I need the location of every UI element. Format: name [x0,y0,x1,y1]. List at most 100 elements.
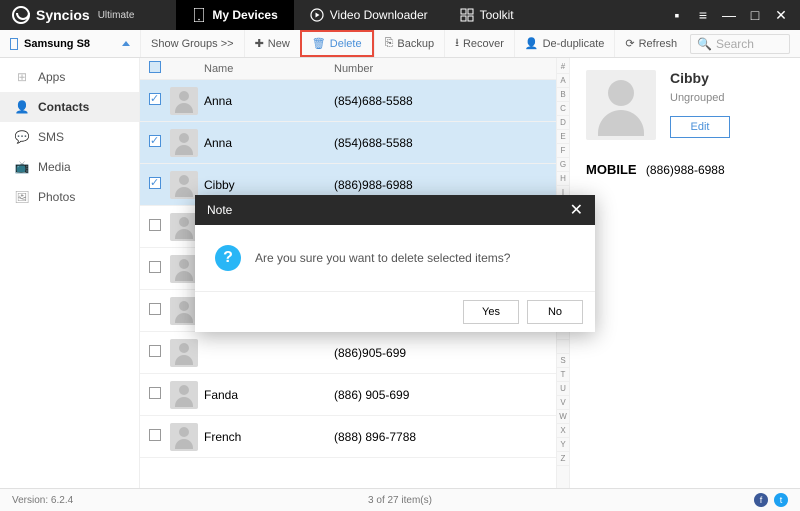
app-edition: Ultimate [98,10,135,21]
column-name[interactable]: Name [200,63,330,75]
row-checkbox[interactable] [149,303,161,315]
alpha-letter[interactable]: F [557,144,569,158]
row-checkbox[interactable] [149,429,161,441]
yes-button[interactable]: Yes [463,300,519,324]
row-checkbox[interactable] [149,261,161,273]
refresh-icon: ⟳ [625,37,634,50]
contact-row[interactable]: Anna(854)688-5588 [140,122,556,164]
contact-number: (886) 905-699 [330,388,556,402]
no-button[interactable]: No [527,300,583,324]
new-button[interactable]: ✚ New [244,30,300,57]
row-checkbox[interactable] [149,219,161,231]
device-toolbar: Samsung S8 Show Groups >> ✚ New 🗑Delete ⎘… [0,30,800,58]
version-label: Version: 6.2.4 [12,495,73,506]
plus-icon: ✚ [255,37,264,50]
alpha-letter[interactable]: # [557,60,569,74]
alpha-letter[interactable]: Y [557,438,569,452]
detail-phone-line: MOBILE (886)988-6988 [586,162,784,177]
chat-icon[interactable]: ▪ [670,8,684,22]
select-all-checkbox[interactable] [140,61,170,76]
tab-toolkit[interactable]: Toolkit [444,0,530,30]
tab-my-devices[interactable]: My Devices [176,0,293,30]
sidebar-item-apps[interactable]: ⊞Apps [0,62,139,92]
contact-number: (886)988-6988 [330,178,556,192]
alpha-letter[interactable]: T [557,368,569,382]
avatar-icon [170,87,198,115]
alpha-letter[interactable]: X [557,424,569,438]
label: Backup [397,38,434,50]
question-icon: ? [215,245,241,271]
media-icon: 📺 [14,159,30,175]
alpha-letter[interactable]: B [557,88,569,102]
minimize-button[interactable]: — [722,8,736,22]
row-checkbox[interactable] [149,93,161,105]
modal-header: Note ✕ [195,195,595,225]
edit-button[interactable]: Edit [670,116,730,138]
avatar-icon [170,255,198,283]
alpha-letter[interactable]: V [557,396,569,410]
sidebar-item-sms[interactable]: 💬SMS [0,122,139,152]
contact-name: Cibby [200,178,330,192]
chevron-up-icon [122,41,130,46]
twitter-icon[interactable]: t [774,493,788,507]
alpha-letter[interactable]: E [557,130,569,144]
tab-video-downloader[interactable]: Video Downloader [294,0,444,30]
device-icon [10,38,18,50]
row-checkbox[interactable] [149,345,161,357]
maximize-button[interactable]: □ [748,8,762,22]
backup-button[interactable]: ⎘Backup [374,30,445,57]
label: De-duplicate [543,38,605,50]
alpha-letter[interactable]: C [557,102,569,116]
deduplicate-button[interactable]: 👤 De-duplicate [514,30,614,57]
alpha-letter[interactable]: D [557,116,569,130]
row-checkbox[interactable] [149,177,161,189]
row-checkbox[interactable] [149,387,161,399]
alpha-letter[interactable]: S [557,354,569,368]
sidebar-item-contacts[interactable]: 👤Contacts [0,92,139,122]
dedup-icon: 👤 [525,37,539,50]
contacts-icon: 👤 [14,99,30,115]
contact-row[interactable]: French(888) 896-7788 [140,416,556,458]
phone-icon [192,8,206,22]
alpha-letter[interactable]: G [557,158,569,172]
modal-footer: Yes No [195,291,595,332]
label: Recover [463,38,504,50]
sidebar-item-photos[interactable]: 🖼Photos [0,182,139,212]
recover-button[interactable]: ⭳Recover [444,30,514,57]
device-selector[interactable]: Samsung S8 [0,38,140,50]
column-number[interactable]: Number [330,63,556,75]
alpha-letter[interactable]: U [557,382,569,396]
menu-icon[interactable]: ≡ [696,8,710,22]
alpha-letter[interactable]: A [557,74,569,88]
sidebar-item-media[interactable]: 📺Media [0,152,139,182]
contact-row[interactable]: Fanda(886) 905-699 [140,374,556,416]
alpha-letter[interactable] [557,340,569,354]
detail-pane: Cibby Ungrouped Edit MOBILE (886)988-698… [570,58,800,488]
contact-name: Fanda [200,388,330,402]
contact-name: Anna [200,94,330,108]
sms-icon: 💬 [14,129,30,145]
alpha-letter[interactable]: W [557,410,569,424]
app-logo-area: Syncios Ultimate [0,6,146,24]
refresh-button[interactable]: ⟳Refresh [614,30,687,57]
show-groups-button[interactable]: Show Groups >> [140,30,244,57]
avatar-icon [170,129,198,157]
search-input[interactable]: 🔍 Search [690,34,790,54]
modal-body: ? Are you sure you want to delete select… [195,225,595,291]
sidebar: ⊞Apps 👤Contacts 💬SMS 📺Media 🖼Photos [0,58,140,488]
contact-row[interactable]: Anna(854)688-5588 [140,80,556,122]
row-checkbox[interactable] [149,135,161,147]
contact-name: Anna [200,136,330,150]
contact-row[interactable]: (886)905-699 [140,332,556,374]
close-button[interactable]: ✕ [774,8,788,22]
list-header: Name Number [140,58,556,80]
contact-number: (886)905-699 [330,346,556,360]
label: New [268,38,290,50]
modal-close-button[interactable]: ✕ [570,200,583,220]
delete-button[interactable]: 🗑Delete [300,30,374,57]
alpha-letter[interactable]: H [557,172,569,186]
tab-label: Video Downloader [330,8,428,22]
facebook-icon[interactable]: f [754,493,768,507]
avatar-icon [170,339,198,367]
alpha-letter[interactable]: Z [557,452,569,466]
